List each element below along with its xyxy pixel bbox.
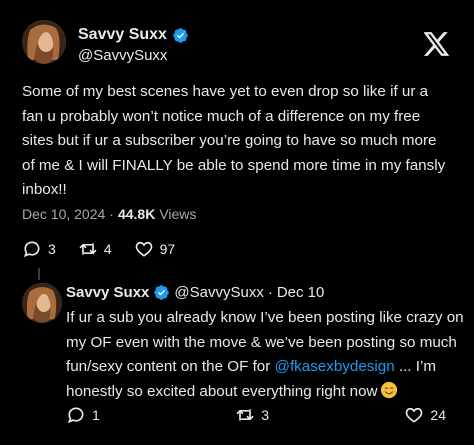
reply-count: 1 [92,407,100,423]
verified-badge-icon [172,27,189,44]
reply-avatar[interactable] [22,283,62,323]
retweet-icon [236,409,254,421]
retweet-count: 4 [103,241,112,257]
verified-badge-icon [153,284,170,301]
mention-link[interactable]: @fkasexbydesign [275,358,395,375]
thread-connector [38,268,40,280]
retweet-button[interactable]: 4 [78,239,112,259]
reply-date[interactable]: Dec 10 [277,284,325,301]
reply-count: 3 [48,241,56,257]
user-handle[interactable]: @SavvySuxx [78,47,167,64]
reply-button[interactable]: 3 [22,239,56,259]
like-count: 24 [430,407,446,423]
avatar[interactable] [22,20,66,64]
tweet-text: Some of my best scenes have yet to even … [22,83,450,198]
reply-separator: · [267,284,273,301]
tweet-date[interactable]: Dec 10, 2024 [22,206,105,222]
reply-bubble-icon [23,241,40,258]
reply-button[interactable]: 1 [66,405,100,425]
heart-icon [406,407,423,423]
retweet-icon [79,243,97,255]
display-name-row: Savvy Suxx [78,26,189,44]
like-button[interactable]: 24 [404,405,446,425]
reply-display-name[interactable]: Savvy Suxx [66,284,149,301]
retweet-count: 3 [261,407,269,423]
tweet-card: Savvy Suxx @SavvySuxx Some of my best sc… [0,0,474,445]
reply-actions: 1 3 24 [66,405,446,425]
display-name[interactable]: Savvy Suxx [78,26,167,44]
smiling-face-emoji-icon [380,381,398,399]
views-count: 44.8K [117,206,156,222]
retweet-button[interactable]: 3 [235,405,269,425]
like-count: 97 [159,241,176,257]
views-label: Views [159,206,197,222]
reply-bubble-icon [67,407,84,424]
tweet-actions: 3 4 97 [22,239,197,259]
meta-separator: · [109,206,114,222]
heart-icon [135,241,152,257]
like-button[interactable]: 97 [134,239,176,259]
x-logo-icon[interactable] [423,32,450,56]
reply-text: If ur a sub you already know I’ve been p… [66,306,466,404]
tweet-meta: Dec 10, 2024 · 44.8K Views [22,206,196,222]
reply-header: Savvy Suxx @SavvySuxx · Dec 10 [66,284,324,301]
reply-handle[interactable]: @SavvySuxx [174,284,263,301]
